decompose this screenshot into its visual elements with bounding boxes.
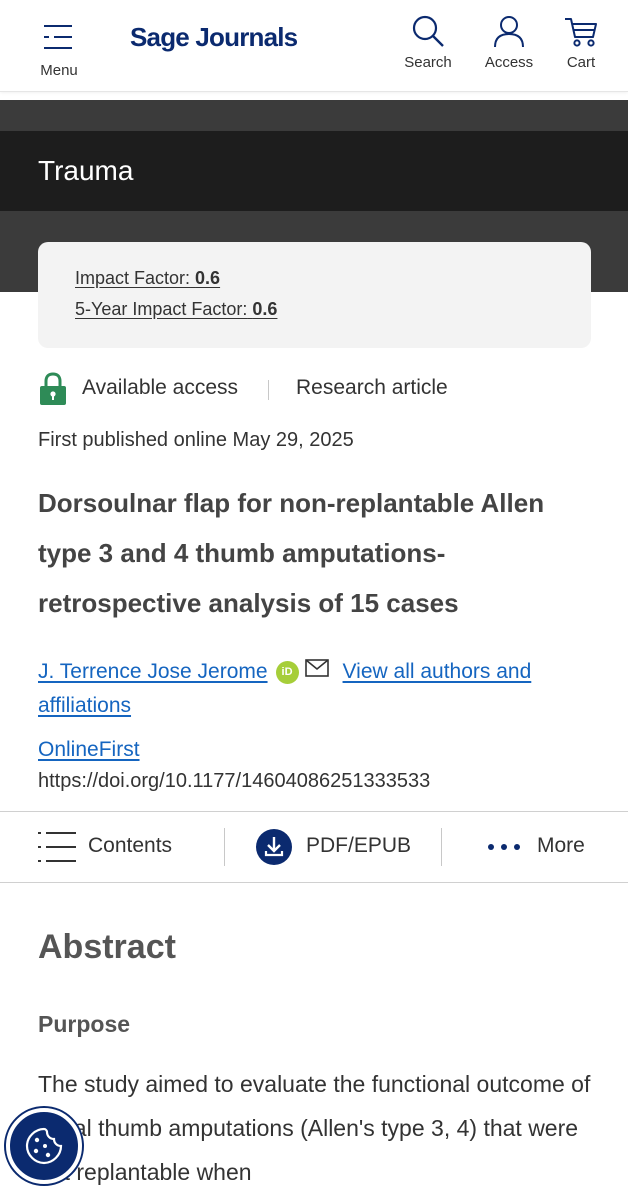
article-toolbar: Contents PDF/EPUB More	[0, 811, 628, 883]
author-link[interactable]: J. Terrence Jose Jerome	[38, 660, 268, 683]
pdf-epub-button[interactable]: PDF/EPUB	[256, 812, 426, 884]
search-button[interactable]: Search	[400, 14, 456, 82]
access-label: Access	[484, 54, 534, 71]
impact-factor-value: 0.6	[195, 268, 221, 288]
publication-date: First published online May 29, 2025	[38, 429, 354, 451]
cart-icon	[565, 18, 597, 47]
orcid-icon[interactable]: iD	[275, 661, 299, 684]
list-icon	[38, 832, 76, 862]
cart-label: Cart	[566, 54, 596, 71]
cookie-icon	[25, 1127, 63, 1165]
five-year-impact-factor-link[interactable]: 5-Year Impact Factor: 0.6	[75, 299, 277, 320]
toolbar-divider	[224, 828, 225, 866]
pdf-epub-label: PDF/EPUB	[306, 834, 412, 857]
access-status: Available access	[82, 376, 239, 399]
download-icon	[256, 829, 292, 865]
abstract-text: The study aimed to evaluate the function…	[38, 1071, 591, 1185]
doi[interactable]: https://doi.org/10.1177/1460408625133353…	[38, 770, 430, 793]
site-header: Menu Sage Journals Search Access Cart	[0, 0, 628, 92]
impact-factor-link[interactable]: Impact Factor: 0.6	[75, 268, 220, 289]
cart-button[interactable]: Cart	[560, 14, 602, 82]
contents-label: Contents	[88, 834, 173, 857]
more-dots-icon	[488, 844, 520, 850]
article-type: Research article	[296, 376, 448, 399]
lock-icon	[40, 372, 66, 405]
more-button[interactable]: More	[486, 812, 606, 884]
contents-button[interactable]: Contents	[38, 812, 218, 884]
sage-journals-logo[interactable]: Sage Journals	[130, 22, 298, 53]
author-list: J. Terrence Jose Jerome iD View all autho…	[38, 655, 598, 723]
menu-icon	[44, 25, 72, 49]
article-title: Dorsoulnar flap for non-replantable Alle…	[38, 488, 545, 618]
menu-button[interactable]: Menu	[36, 18, 82, 82]
search-label: Search	[404, 54, 452, 71]
mail-icon[interactable]	[304, 659, 329, 677]
access-button[interactable]: Access	[480, 14, 538, 82]
abstract-subheading: Purpose	[38, 1011, 131, 1037]
journal-title[interactable]: Trauma	[38, 155, 133, 187]
search-icon	[412, 15, 444, 47]
menu-label: Menu	[40, 62, 78, 79]
five-year-impact-factor-label: 5-Year Impact Factor:	[75, 299, 248, 319]
divider	[268, 380, 269, 400]
more-label: More	[537, 834, 585, 857]
issue-link[interactable]: OnlineFirst	[38, 738, 140, 762]
toolbar-divider	[441, 828, 442, 866]
cookie-settings-button[interactable]	[6, 1108, 82, 1184]
five-year-impact-factor-value: 0.6	[252, 299, 278, 319]
impact-factor-card: Impact Factor: 0.6 5-Year Impact Factor:…	[38, 242, 591, 348]
impact-factor-label: Impact Factor:	[75, 268, 191, 288]
user-icon	[494, 16, 524, 48]
abstract-heading: Abstract	[38, 928, 176, 966]
